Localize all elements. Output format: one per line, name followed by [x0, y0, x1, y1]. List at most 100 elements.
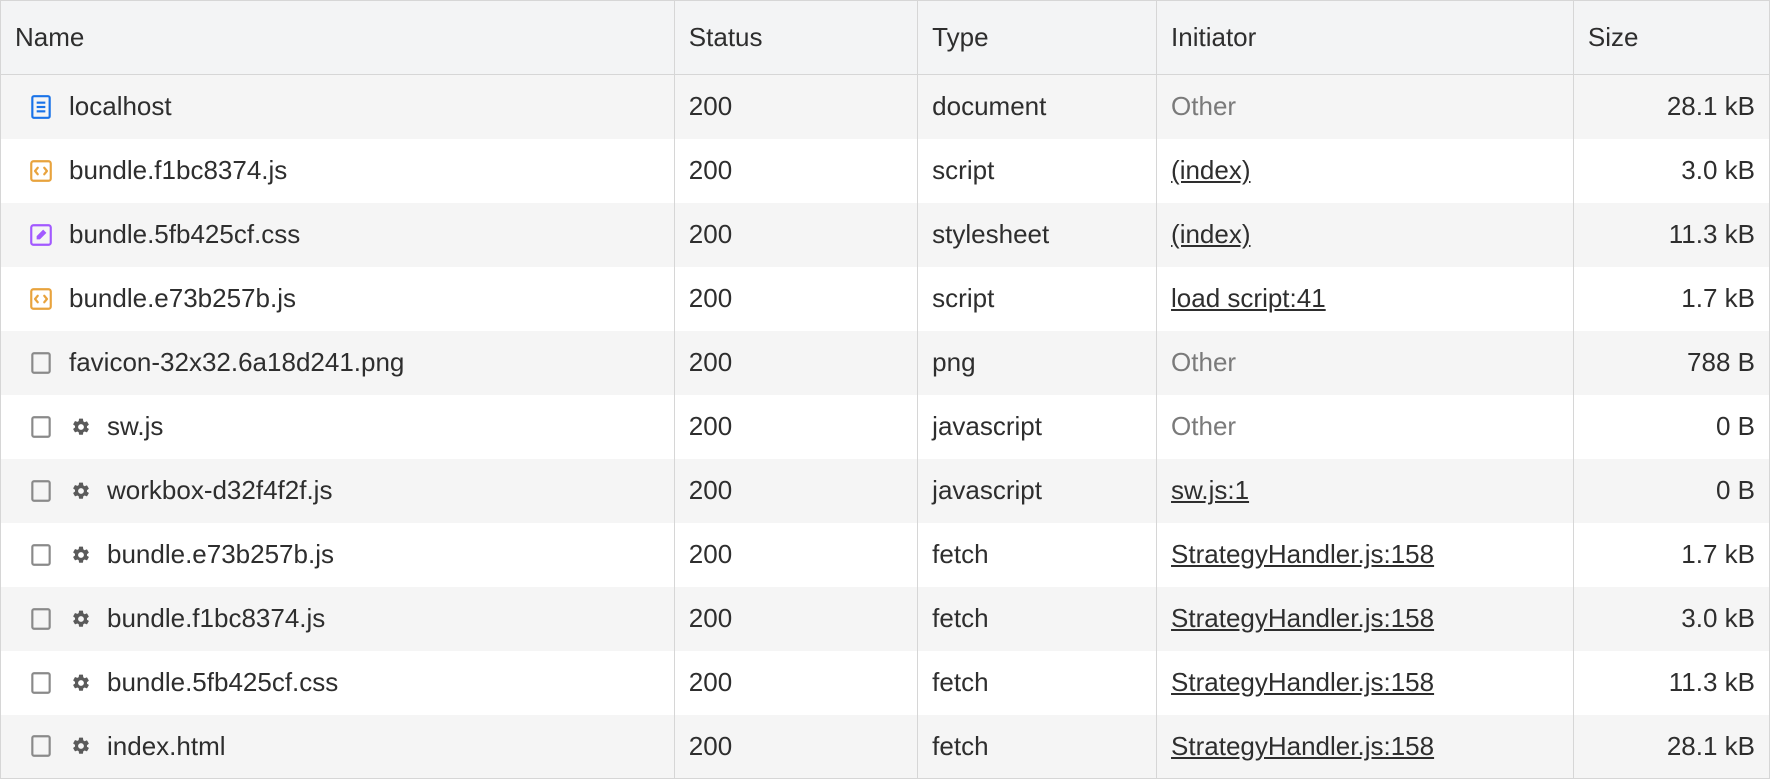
- table-row[interactable]: bundle.f1bc8374.js200script(index)3.0 kB: [1, 139, 1770, 203]
- cell-type: fetch: [918, 523, 1157, 587]
- cell-initiator[interactable]: (index): [1157, 203, 1574, 267]
- transfer-size: 3.0 kB: [1681, 603, 1755, 633]
- cell-size: 788 B: [1573, 331, 1769, 395]
- table-row[interactable]: index.html 200 fetch StrategyHandler.js:158…: [1, 715, 1770, 779]
- cell-name[interactable]: localhost: [1, 75, 675, 139]
- table-row[interactable]: bundle.f1bc8374.js 200 fetch StrategyHandle…: [1, 587, 1770, 651]
- table-row[interactable]: workbox-d32f4f2f.js200javascriptsw.js:10…: [1, 459, 1770, 523]
- transfer-size: 1.7 kB: [1681, 539, 1755, 569]
- request-name: bundle.e73b257b.js: [69, 283, 296, 314]
- resource-type: script: [932, 283, 994, 313]
- table-row[interactable]: favicon-32x32.6a18d241.png200pngOther788…: [1, 331, 1770, 395]
- cell-initiator[interactable]: load script:41: [1157, 267, 1574, 331]
- request-name: index.html: [107, 731, 226, 762]
- table-row[interactable]: bundle.e73b257b.js 200 fetch StrategyHandle…: [1, 523, 1770, 587]
- status-code: 200: [689, 475, 732, 505]
- table-row[interactable]: sw.js200javascriptOther0 B: [1, 395, 1770, 459]
- gear-icon: [69, 673, 93, 693]
- initiator-link[interactable]: StrategyHandler.js:158: [1171, 667, 1434, 697]
- request-name: bundle.f1bc8374.js: [107, 603, 325, 634]
- cell-name[interactable]: favicon-32x32.6a18d241.png: [1, 331, 675, 395]
- request-name: localhost: [69, 91, 172, 122]
- status-code: 200: [689, 731, 732, 761]
- resource-type: fetch: [932, 603, 988, 633]
- request-name: bundle.f1bc8374.js: [69, 155, 287, 186]
- cell-initiator[interactable]: StrategyHandler.js:158: [1157, 651, 1574, 715]
- cell-name[interactable]: bundle.e73b257b.js: [1, 523, 675, 587]
- column-header-status[interactable]: Status: [674, 1, 917, 75]
- table-row[interactable]: bundle.5fb425cf.css 200 stylesheet (index) 1…: [1, 203, 1770, 267]
- cell-name[interactable]: sw.js: [1, 395, 675, 459]
- resource-type: fetch: [932, 667, 988, 697]
- resource-type: stylesheet: [932, 219, 1049, 249]
- initiator-link[interactable]: (index): [1171, 155, 1250, 185]
- cell-name[interactable]: bundle.f1bc8374.js: [1, 587, 675, 651]
- column-header-initiator[interactable]: Initiator: [1157, 1, 1574, 75]
- initiator-link[interactable]: sw.js:1: [1171, 475, 1249, 505]
- cell-initiator: Other: [1157, 75, 1574, 139]
- cell-name[interactable]: workbox-d32f4f2f.js: [1, 459, 675, 523]
- cell-status: 200: [674, 459, 917, 523]
- initiator-text: Other: [1171, 411, 1236, 441]
- table-row[interactable]: localhost200documentOther28.1 kB: [1, 75, 1770, 139]
- table-row[interactable]: bundle.5fb425cf.css 200 fetch StrategyHandl…: [1, 651, 1770, 715]
- initiator-link[interactable]: StrategyHandler.js:158: [1171, 731, 1434, 761]
- initiator-link[interactable]: (index): [1171, 219, 1250, 249]
- resource-type: document: [932, 91, 1046, 121]
- cell-status: 200: [674, 203, 917, 267]
- cell-type: script: [918, 139, 1157, 203]
- request-name: bundle.e73b257b.js: [107, 539, 334, 570]
- cell-status: 200: [674, 715, 917, 779]
- transfer-size: 28.1 kB: [1667, 91, 1755, 121]
- cell-initiator[interactable]: StrategyHandler.js:158: [1157, 715, 1574, 779]
- blank-file-icon: [27, 349, 55, 377]
- gear-icon: [69, 417, 93, 437]
- initiator-link[interactable]: StrategyHandler.js:158: [1171, 539, 1434, 569]
- cell-type: document: [918, 75, 1157, 139]
- cell-type: fetch: [918, 587, 1157, 651]
- initiator-link[interactable]: load script:41: [1171, 283, 1326, 313]
- cell-type: javascript: [918, 395, 1157, 459]
- cell-size: 28.1 kB: [1573, 715, 1769, 779]
- blank-file-icon: [27, 605, 55, 633]
- transfer-size: 11.3 kB: [1669, 667, 1755, 697]
- initiator-link[interactable]: StrategyHandler.js:158: [1171, 603, 1434, 633]
- cell-initiator: Other: [1157, 331, 1574, 395]
- script-file-icon: [27, 285, 55, 313]
- blank-file-icon: [27, 477, 55, 505]
- cell-type: fetch: [918, 651, 1157, 715]
- column-header-type[interactable]: Type: [918, 1, 1157, 75]
- cell-name[interactable]: bundle.5fb425cf.css: [1, 651, 675, 715]
- table-row[interactable]: bundle.e73b257b.js 200 script load script:4…: [1, 267, 1770, 331]
- cell-type: fetch: [918, 715, 1157, 779]
- cell-initiator[interactable]: StrategyHandler.js:158: [1157, 587, 1574, 651]
- cell-initiator[interactable]: StrategyHandler.js:158: [1157, 523, 1574, 587]
- request-name: sw.js: [107, 411, 163, 442]
- cell-size: 11.3 kB: [1573, 651, 1769, 715]
- document-file-icon: [27, 93, 55, 121]
- cell-name[interactable]: bundle.e73b257b.js: [1, 267, 675, 331]
- cell-status: 200: [674, 523, 917, 587]
- cell-size: 11.3 kB: [1573, 203, 1769, 267]
- gear-icon: [69, 481, 93, 501]
- column-header-name[interactable]: Name: [1, 1, 675, 75]
- status-code: 200: [689, 603, 732, 633]
- column-header-size[interactable]: Size: [1573, 1, 1769, 75]
- status-code: 200: [689, 155, 732, 185]
- request-name: bundle.5fb425cf.css: [69, 219, 300, 250]
- cell-type: png: [918, 331, 1157, 395]
- cell-status: 200: [674, 267, 917, 331]
- cell-initiator[interactable]: sw.js:1: [1157, 459, 1574, 523]
- cell-name[interactable]: bundle.5fb425cf.css: [1, 203, 675, 267]
- cell-size: 0 B: [1573, 459, 1769, 523]
- resource-type: javascript: [932, 411, 1042, 441]
- gear-icon: [69, 609, 93, 629]
- cell-initiator[interactable]: (index): [1157, 139, 1574, 203]
- gear-icon: [69, 545, 93, 565]
- cell-name[interactable]: bundle.f1bc8374.js: [1, 139, 675, 203]
- cell-name[interactable]: index.html: [1, 715, 675, 779]
- status-code: 200: [689, 667, 732, 697]
- status-code: 200: [689, 539, 732, 569]
- blank-file-icon: [27, 541, 55, 569]
- cell-type: script: [918, 267, 1157, 331]
